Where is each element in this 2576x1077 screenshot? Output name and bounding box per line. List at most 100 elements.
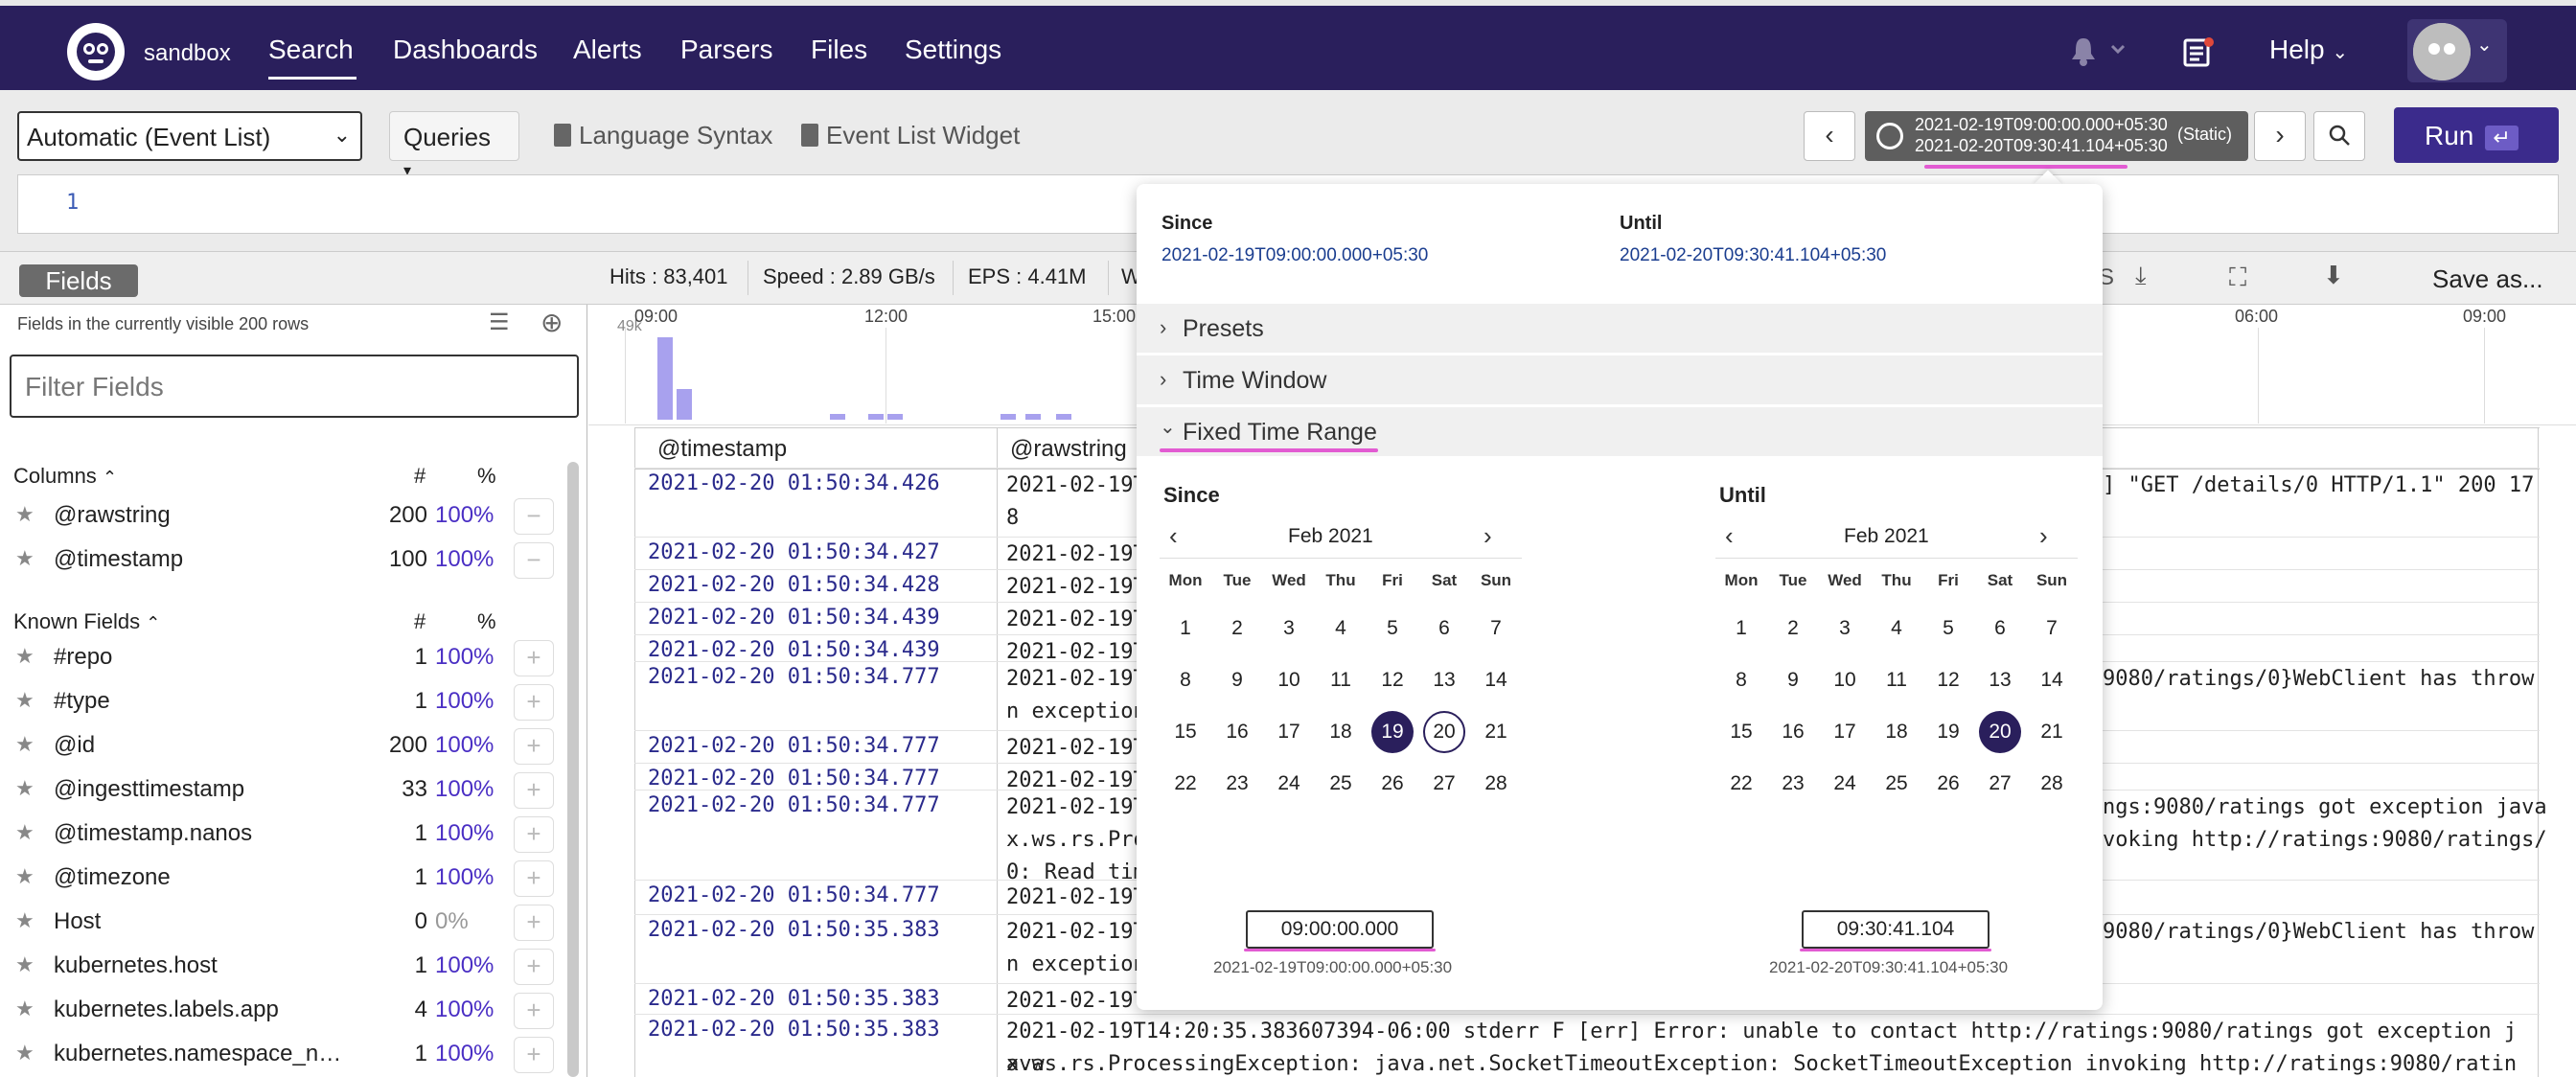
star-icon[interactable]: ★ (15, 732, 34, 757)
histogram-bar[interactable] (887, 414, 903, 420)
calendar-day[interactable]: 2 (1772, 607, 1814, 650)
add-column-icon[interactable]: + (514, 728, 554, 765)
nav-alerts[interactable]: Alerts (573, 34, 642, 65)
field-row[interactable]: ★ @timestamp.nanos 1 100% + (0, 814, 565, 859)
run-button[interactable]: Run ↵ (2394, 107, 2559, 163)
calendar-day[interactable]: 26 (1371, 763, 1414, 805)
field-row[interactable]: ★ @ingesttimestamp 33 100% + (0, 770, 565, 814)
field-row[interactable]: ★ Host 0 0% + (0, 903, 565, 947)
star-icon[interactable]: ★ (15, 502, 34, 527)
field-percent[interactable]: 100% (435, 997, 494, 1023)
add-column-icon[interactable]: + (514, 949, 554, 985)
nav-search[interactable]: Search (268, 34, 354, 65)
event-timestamp[interactable]: 2021-02-20 01:50:34.427 (648, 540, 940, 564)
calendar-day[interactable]: 4 (1875, 607, 1918, 650)
calendar-day[interactable]: 14 (2031, 659, 2073, 701)
add-column-icon[interactable]: + (514, 772, 554, 809)
event-rawstring-tail[interactable]: 9080/ratings/0}WebClient has throw (2103, 916, 2534, 949)
nav-parsers[interactable]: Parsers (680, 34, 772, 65)
calendar-day[interactable]: 5 (1371, 607, 1414, 650)
event-timestamp[interactable]: 2021-02-20 01:50:34.439 (648, 638, 940, 662)
presets-accordion[interactable]: › Presets (1137, 303, 2103, 353)
chevron-right-icon[interactable]: › (1484, 521, 1492, 551)
calendar-day[interactable]: 4 (1320, 607, 1362, 650)
zoom-button[interactable] (2313, 111, 2365, 161)
event-timestamp[interactable]: 2021-02-20 01:50:35.383 (648, 918, 940, 942)
field-row[interactable]: ★ @rawstring 200 100% − (0, 496, 565, 540)
star-icon[interactable]: ★ (15, 820, 34, 845)
field-row[interactable]: ★ #type 1 100% + (0, 682, 565, 726)
add-column-icon[interactable]: + (514, 860, 554, 897)
add-column-icon[interactable]: + (514, 640, 554, 676)
add-circle-icon[interactable]: ⊕ (540, 307, 563, 338)
calendar-day[interactable]: 16 (1772, 711, 1814, 753)
time-back-button[interactable]: ‹ (1804, 111, 1855, 161)
until-time-input[interactable]: 09:30:41.104 (1802, 910, 1990, 949)
fullscreen-icon[interactable]: ⛶ (2229, 263, 2246, 293)
calendar-day[interactable]: 23 (1772, 763, 1814, 805)
star-icon[interactable]: ★ (15, 864, 34, 889)
event-timestamp[interactable]: 2021-02-20 01:50:34.426 (648, 471, 940, 495)
event-timestamp[interactable]: 2021-02-20 01:50:35.383 (648, 987, 940, 1011)
calendar-day[interactable]: 7 (2031, 607, 2073, 650)
remove-column-icon[interactable]: − (514, 498, 554, 535)
calendar-day[interactable]: 5 (1927, 607, 1969, 650)
event-rawstring-wrap[interactable]: x.ws.rs.ProcessingException: java.net.So… (1006, 1048, 2526, 1077)
calendar-day[interactable]: 16 (1216, 711, 1258, 753)
star-icon[interactable]: ★ (15, 997, 34, 1021)
field-row[interactable]: ★ kubernetes.namespace_n… 1 100% + (0, 1035, 565, 1077)
timestamp-column-header[interactable]: @timestamp (657, 436, 787, 463)
field-percent[interactable]: 100% (435, 776, 494, 803)
rawstring-column-header[interactable]: @rawstring (1010, 436, 1127, 463)
download-icon[interactable]: ⤓ (2135, 261, 2147, 291)
filter-lines-icon[interactable]: ☰ (489, 309, 510, 336)
event-timestamp[interactable]: 2021-02-20 01:50:34.428 (648, 573, 940, 597)
activity-list-icon[interactable] (2181, 36, 2216, 74)
calendar-day[interactable]: 15 (1164, 711, 1207, 753)
star-icon[interactable]: ★ (15, 1041, 34, 1066)
field-row[interactable]: ★ @timestamp 100 100% − (0, 540, 565, 584)
histogram-bar[interactable] (868, 414, 884, 420)
event-timestamp[interactable]: 2021-02-20 01:50:34.777 (648, 767, 940, 791)
notifications-bell-icon[interactable] (2070, 34, 2129, 72)
calendar-day[interactable]: 14 (1475, 659, 1517, 701)
calendar-day[interactable]: 28 (1475, 763, 1517, 805)
calendar-day[interactable]: 20 (1979, 711, 2021, 753)
calendar-day[interactable]: 21 (1475, 711, 1517, 753)
fields-scrollbar[interactable] (567, 462, 579, 1077)
calendar-day[interactable]: 23 (1216, 763, 1258, 805)
fields-tab[interactable]: Fields (19, 264, 138, 297)
calendar-day[interactable]: 3 (1824, 607, 1866, 650)
time-window-accordion[interactable]: › Time Window (1137, 355, 2103, 404)
event-timestamp[interactable]: 2021-02-20 01:50:34.439 (648, 606, 940, 630)
histogram-bar[interactable] (677, 389, 692, 420)
add-column-icon[interactable]: + (514, 993, 554, 1029)
save-as-button[interactable]: Save as... (2432, 264, 2543, 294)
remove-column-icon[interactable]: − (514, 542, 554, 579)
calendar-day[interactable]: 25 (1875, 763, 1918, 805)
calendar-day[interactable]: 19 (1927, 711, 1969, 753)
field-percent[interactable]: 100% (435, 1041, 494, 1067)
event-list-widget-link[interactable]: Event List Widget (801, 121, 1020, 150)
chevron-left-icon[interactable]: ‹ (1169, 521, 1178, 551)
event-rawstring-tail[interactable]: 9080/ratings/0}WebClient has throw (2103, 663, 2534, 696)
event-rawstring-wrap-tail[interactable]: voking http://ratings:9080/ratings/ (2103, 824, 2547, 857)
calendar-day[interactable]: 1 (1720, 607, 1762, 650)
field-row[interactable]: ★ kubernetes.labels.app 4 100% + (0, 991, 565, 1035)
chevron-left-icon[interactable]: ‹ (1725, 521, 1734, 551)
calendar-day[interactable]: 24 (1268, 763, 1310, 805)
field-percent[interactable]: 100% (435, 546, 494, 573)
histogram-bar[interactable] (830, 414, 845, 420)
calendar-day[interactable]: 26 (1927, 763, 1969, 805)
field-percent[interactable]: 100% (435, 820, 494, 847)
calendar-day[interactable]: 6 (1423, 607, 1465, 650)
histogram-bar[interactable] (1056, 414, 1071, 420)
calendar-day[interactable]: 22 (1164, 763, 1207, 805)
calendar-day[interactable]: 17 (1268, 711, 1310, 753)
calendar-day[interactable]: 12 (1371, 659, 1414, 701)
field-percent[interactable]: 0% (435, 908, 469, 935)
help-menu[interactable]: Help ⌄ (2269, 34, 2348, 65)
nav-files[interactable]: Files (811, 34, 867, 65)
histogram-bar[interactable] (1025, 414, 1041, 420)
star-icon[interactable]: ★ (15, 952, 34, 977)
